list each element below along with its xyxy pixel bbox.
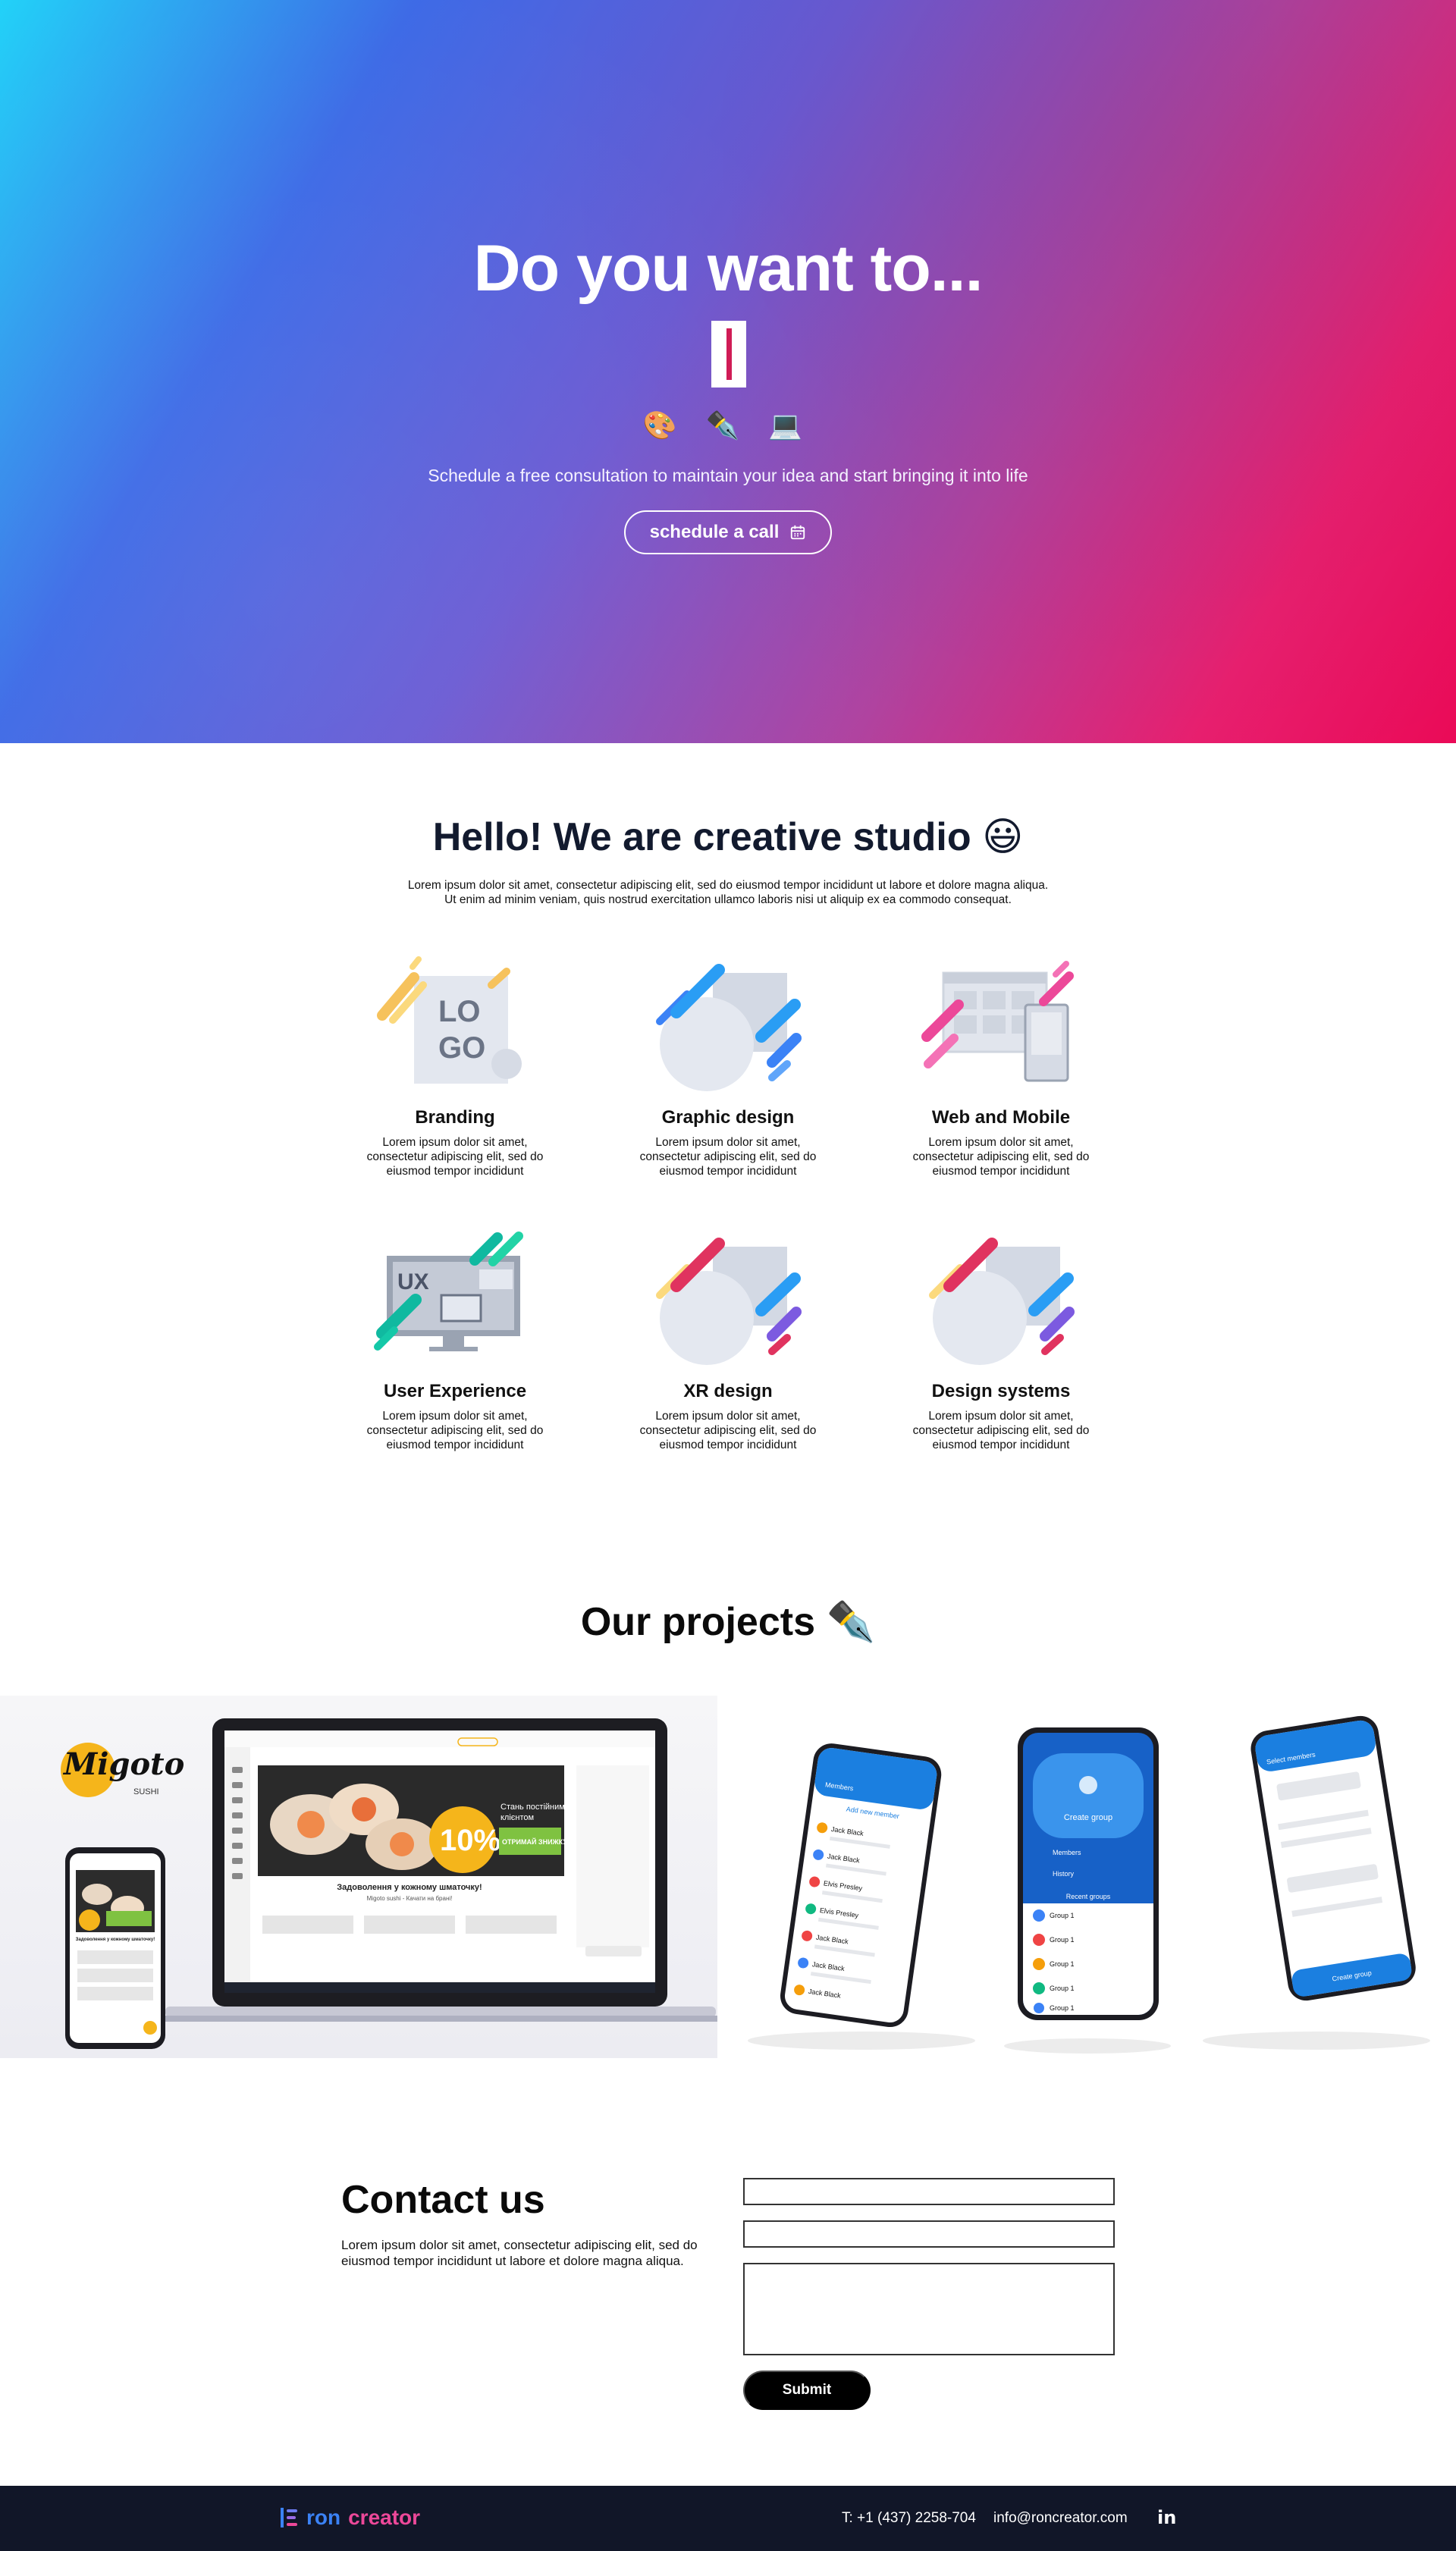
footer-email-link[interactable]: info@roncreator.com (993, 2510, 1128, 2527)
phone-tagline: Задоволення у кожному шматочку! (76, 1938, 155, 1942)
linkedin-icon[interactable]: in (1157, 2507, 1176, 2528)
contact-title: Contact us (341, 2178, 545, 2222)
hero-subtitle: Schedule a free consultation to maintain… (428, 466, 1028, 485)
svg-text:Create group: Create group (1064, 1813, 1112, 1822)
migoto-brand-sub: SUSHI (133, 1787, 159, 1796)
brand-creator: creator (348, 2506, 421, 2529)
contact-text: Lorem ipsum dolor sit amet, consectetur … (341, 2238, 698, 2268)
service-title: User Experience (383, 1381, 527, 1401)
ux-text: UX (397, 1269, 429, 1294)
about-title: Hello! We are creative studio 😃 (432, 815, 1024, 859)
service-title: Branding (415, 1107, 495, 1128)
projects-title: Our projects ✒️ (580, 1600, 876, 1644)
promo-line-1: Стань постійним (500, 1803, 565, 1812)
about-text-line-1: Lorem ipsum dolor sit amet, consectetur … (407, 879, 1049, 892)
svg-text:Members: Members (1053, 1849, 1081, 1856)
typing-cursor (726, 328, 732, 380)
migoto-mockup-image: Migoto SUSHI 10% Стань постійним клієнто… (0, 1696, 717, 2058)
project-card-migoto[interactable]: Migoto SUSHI 10% Стань постійним клієнто… (0, 1696, 717, 2058)
brand-logo-icon (281, 2508, 297, 2527)
hero-emoji-icons: 🎨 ✒️ 💻 (642, 409, 814, 441)
brand-ron: ron (306, 2506, 341, 2529)
service-title: Web and Mobile (931, 1107, 1071, 1128)
footer-brand-link[interactable]: ron creator (279, 2506, 420, 2530)
shapes-illustration-icon (656, 964, 802, 1091)
mobile-app-mockup-image: Members Add new member Jack Black Jack B… (717, 1696, 1456, 2058)
submit-button[interactable]: Submit (743, 2371, 871, 2410)
project-card-mobile-app[interactable]: Members Add new member Jack Black Jack B… (717, 1696, 1456, 2058)
service-title: XR design (683, 1381, 773, 1401)
calendar-icon (791, 525, 805, 540)
logo-text-line2: GO (438, 1031, 485, 1065)
service-text: Lorem ipsum dolor sit amet, consectetur … (366, 1410, 544, 1451)
shapes-illustration-icon (656, 1238, 802, 1365)
svg-text:Group 1: Group 1 (1050, 1960, 1075, 1968)
message-textarea[interactable] (743, 2263, 1115, 2355)
promo-green-text: ОТРИМАЙ ЗНИЖКУ (502, 1837, 567, 1846)
migoto-brand: Migoto (62, 1746, 184, 1782)
web-mobile-illustration-icon (921, 961, 1074, 1082)
svg-text:Group 1: Group 1 (1050, 1936, 1075, 1944)
service-text: Lorem ipsum dolor sit amet, consectetur … (366, 1136, 544, 1178)
service-text: Lorem ipsum dolor sit amet, consectetur … (639, 1136, 817, 1178)
svg-text:Group 1: Group 1 (1050, 1985, 1075, 1992)
svg-text:Group 1: Group 1 (1050, 1912, 1075, 1919)
service-text: Lorem ipsum dolor sit amet, consectetur … (912, 1136, 1090, 1178)
schedule-call-button[interactable]: schedule a call (624, 510, 832, 554)
logo-text-line1: LO (438, 995, 481, 1028)
svg-text:History: History (1053, 1870, 1075, 1878)
ux-illustration-icon: UX (374, 1232, 523, 1351)
footer: ron creator T: +1 (437) 2258-704 info@ro… (0, 2486, 1456, 2551)
service-title: Graphic design (661, 1107, 795, 1128)
promo-line-2: клієнтом (500, 1813, 534, 1822)
about-text: Lorem ipsum dolor sit amet, consectetur … (387, 878, 1069, 907)
schedule-call-label: schedule a call (649, 522, 780, 542)
name-input[interactable] (743, 2178, 1115, 2205)
about-text-line-2: Ut enim ad minim veniam, quis nostrud ex… (444, 893, 1012, 906)
hero-section: Do you want to... 🎨 ✒️ 💻 Schedule a free… (0, 0, 1456, 743)
phone-create-group-screen: Create group Members History Recent grou… (1018, 1727, 1159, 2020)
service-text: Lorem ipsum dolor sit amet, consectetur … (639, 1410, 817, 1451)
service-title: Design systems (931, 1381, 1071, 1401)
email-input[interactable] (743, 2220, 1115, 2248)
migoto-tagline-sub: Migoto sushi - Качати на брані! (367, 1895, 453, 1902)
service-text: Lorem ipsum dolor sit amet, consectetur … (912, 1410, 1090, 1451)
footer-phone-link[interactable]: T: +1 (437) 2258-704 (842, 2510, 976, 2527)
hero-title: Do you want to... (473, 232, 984, 305)
logo-illustration-icon: LO GO (377, 956, 522, 1084)
shapes-illustration-icon (929, 1238, 1075, 1365)
promo-badge-text: 10% (440, 1824, 500, 1857)
svg-text:Recent groups: Recent groups (1066, 1893, 1111, 1900)
migoto-tagline: Задоволення у кожному шматочку! (337, 1883, 482, 1892)
svg-text:Group 1: Group 1 (1050, 2004, 1075, 2012)
